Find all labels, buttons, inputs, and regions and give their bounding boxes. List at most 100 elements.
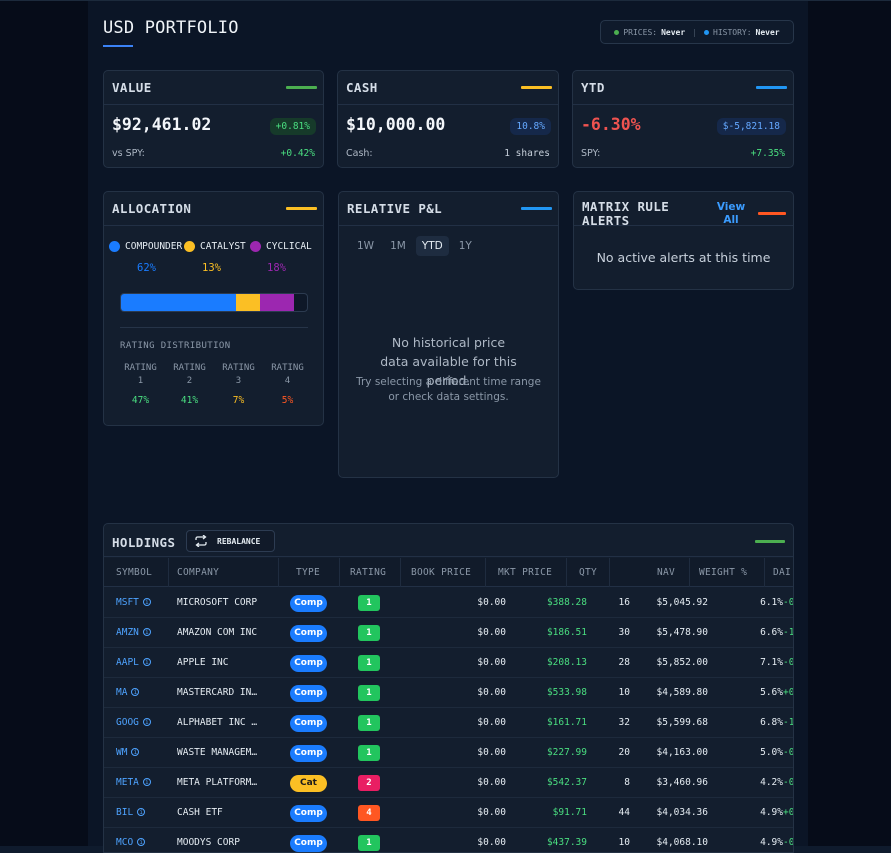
holdings-accent <box>755 540 785 543</box>
symbol-text[interactable]: META <box>116 777 139 788</box>
nav-cell: $4,589.80 <box>656 687 708 698</box>
info-icon[interactable]: i <box>131 688 140 696</box>
alerts-card: MATRIX RULE ALERTS View All No active aler… <box>573 191 794 290</box>
symbol-cell[interactable]: META i <box>116 777 151 788</box>
symbol-cell[interactable]: MSFT i <box>116 597 151 608</box>
table-row[interactable]: GOOG i ALPHABET INC … Comp 1 $0.00 $161.71 32 $5… <box>104 708 793 738</box>
tab-ytd[interactable]: YTD <box>415 236 449 256</box>
symbol-cell[interactable]: MA i <box>116 687 140 698</box>
cash-card-title: CASH <box>346 80 378 95</box>
col-mkt-price[interactable]: MKT PRICE <box>498 567 552 578</box>
symbol-cell[interactable]: GOOG i <box>116 717 151 728</box>
symbol-cell[interactable]: BIL i <box>116 807 146 818</box>
info-icon[interactable]: i <box>142 778 151 786</box>
mkt-price-cell: $91.71 <box>552 807 587 818</box>
allocation-segment-compounder <box>121 294 237 311</box>
symbol-cell[interactable]: WM i <box>116 747 140 758</box>
tab-1m[interactable]: 1M <box>384 236 412 256</box>
col-separator <box>485 558 486 587</box>
symbol-cell[interactable]: MCO i <box>116 837 146 848</box>
alerts-accent <box>758 212 786 215</box>
rating-1-pct: 47% <box>131 395 150 406</box>
col-qty[interactable]: QTY <box>579 567 597 578</box>
info-icon[interactable]: i <box>131 748 140 756</box>
table-row[interactable]: MCO i MOODYS CORP Comp 1 $0.00 $437.39 10 $4,068… <box>104 828 793 852</box>
rating-1-stat: RATING 1 47% <box>118 362 163 407</box>
table-row[interactable]: META i META PLATFORM… Cat 2 $0.00 $542.37 8 $3,4… <box>104 768 793 798</box>
catalyst-dot <box>184 241 195 252</box>
info-icon[interactable]: i <box>137 838 146 846</box>
symbol-text[interactable]: WM <box>116 747 127 758</box>
table-row[interactable]: BIL i CASH ETF Comp 4 $0.00 $91.71 44 $4,034.36 4… <box>104 798 794 828</box>
tab-1w[interactable]: 1W <box>351 236 380 256</box>
allocation-segment-catalyst <box>236 294 261 311</box>
rating-4-label: RATING <box>271 363 304 373</box>
table-row[interactable]: AMZN i AMAZON COM INC Comp 1 $0.00 $186.51 30 $5… <box>104 618 794 648</box>
company-cell: APPLE INC <box>177 657 229 668</box>
symbol-text[interactable]: MCO <box>116 837 133 848</box>
table-row[interactable]: AAPL i APPLE INC Comp 1 $0.00 $208.13 28 $5,852.… <box>104 648 793 678</box>
table-row[interactable]: MSFT i MICROSOFT CORP Comp 1 $0.00 $388.28 16 $5… <box>104 588 794 618</box>
weight-cell: 5.6% <box>760 687 783 698</box>
day-change-cell: -1 <box>783 627 794 638</box>
col-day[interactable]: DAI <box>773 567 791 578</box>
symbol-text[interactable]: GOOG <box>116 717 139 728</box>
allocation-divider <box>120 327 308 328</box>
col-weight[interactable]: WEIGHT % <box>699 567 747 578</box>
col-rating[interactable]: RATING <box>350 567 386 578</box>
table-row[interactable]: MA i MASTERCARD IN… Comp 1 $0.00 $533.98 10 $4,5… <box>104 678 793 708</box>
rebalance-button[interactable]: REBALANCE <box>186 530 275 552</box>
cash-shares: 1 shares <box>504 148 550 159</box>
symbol-text[interactable]: AAPL <box>116 657 139 668</box>
rating-badge: 1 <box>358 685 380 701</box>
title-underline <box>103 45 133 47</box>
symbol-cell[interactable]: AAPL i <box>116 657 151 668</box>
view-all-alerts-link[interactable]: View All <box>711 201 751 227</box>
history-label: HISTORY: <box>713 27 752 37</box>
rating-3-num: 3 <box>235 376 242 386</box>
nav-cell: $4,163.00 <box>656 747 708 758</box>
alerts-title: MATRIX RULE ALERTS <box>582 200 669 228</box>
rating-badge: 1 <box>358 745 380 761</box>
info-icon[interactable]: i <box>137 808 146 816</box>
info-icon[interactable]: i <box>142 718 151 726</box>
col-symbol[interactable]: SYMBOL <box>116 567 152 578</box>
prices-label: PRICES: <box>623 27 658 37</box>
col-nav[interactable]: NAV <box>657 567 675 578</box>
symbol-text[interactable]: MA <box>116 687 127 698</box>
weight-cell: 6.6% <box>760 627 783 638</box>
prices-value: Never <box>661 27 686 37</box>
weight-cell: 6.8% <box>760 717 783 728</box>
view-all-line1: View <box>716 201 746 213</box>
col-book-price[interactable]: BOOK PRICE <box>411 567 471 578</box>
table-row[interactable]: WM i WASTE MANAGEM… Comp 1 $0.00 $227.99 20 $4,1… <box>104 738 793 768</box>
symbol-text[interactable]: MSFT <box>116 597 139 608</box>
rating-4-pct: 5% <box>281 395 294 406</box>
weight-cell: 4.9% <box>760 837 783 848</box>
symbol-cell[interactable]: AMZN i <box>116 627 151 638</box>
holdings-title: HOLDINGS <box>112 535 176 550</box>
symbol-text[interactable]: AMZN <box>116 627 139 638</box>
legend-catalyst: CATALYST <box>184 241 250 252</box>
company-cell: META PLATFORM… <box>177 777 258 788</box>
info-icon[interactable]: i <box>142 598 151 606</box>
book-price-cell: $0.00 <box>477 777 506 788</box>
book-price-cell: $0.00 <box>477 717 506 728</box>
mkt-price-cell: $542.37 <box>546 777 587 788</box>
day-change-cell: +0 <box>783 807 794 818</box>
info-icon[interactable]: i <box>142 658 151 666</box>
col-company[interactable]: COMPANY <box>177 567 219 578</box>
type-pill: Comp <box>290 805 327 822</box>
allocation-card: ALLOCATION COMPOUNDER CATALYST CYCLICAL … <box>103 191 324 426</box>
rating-3-pct: 7% <box>232 395 245 406</box>
day-change-cell: -0 <box>783 597 794 608</box>
nav-cell: $4,068.10 <box>656 837 708 848</box>
symbol-text[interactable]: BIL <box>116 807 133 818</box>
tab-1y[interactable]: 1Y <box>453 236 478 256</box>
weight-cell: 7.1% <box>760 657 783 668</box>
book-price-cell: $0.00 <box>477 687 506 698</box>
info-icon[interactable]: i <box>142 628 151 636</box>
history-value: Never <box>755 27 780 37</box>
col-type[interactable]: TYPE <box>296 567 320 578</box>
cash-card: CASH $10,000.00 10.8% Cash: 1 shares <box>337 70 559 168</box>
